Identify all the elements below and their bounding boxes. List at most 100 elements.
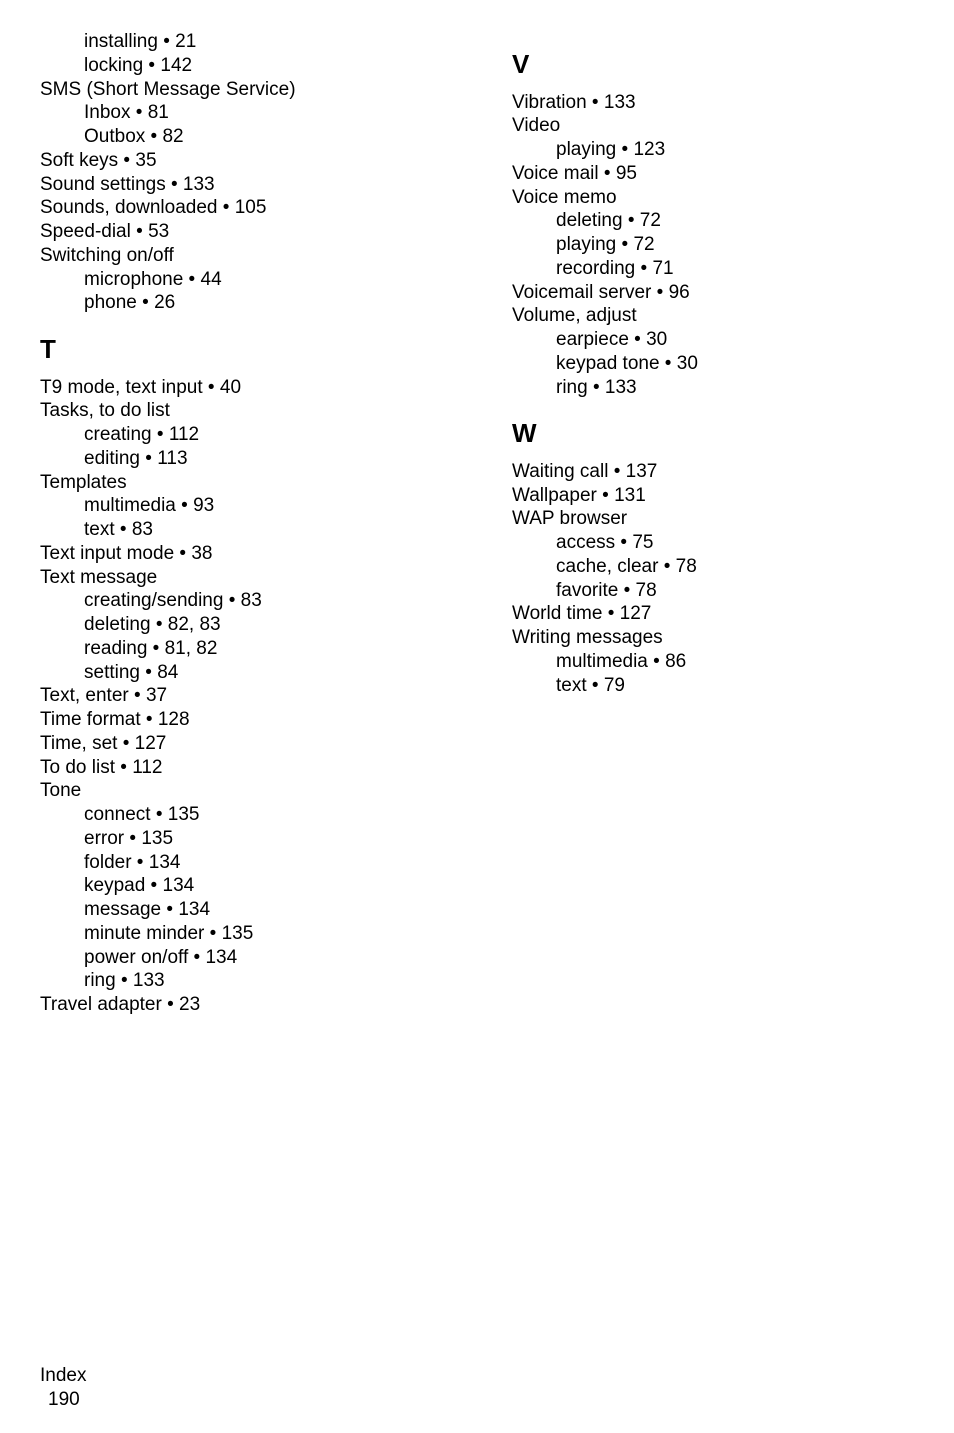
entry-text: playing (556, 234, 616, 255)
entry-text: Voice mail (512, 163, 599, 184)
entry-page: 44 (201, 269, 222, 290)
entry-page: 30 (677, 353, 698, 374)
entry-text: deleting (84, 614, 151, 635)
entry-separator: • (131, 221, 148, 242)
entry-text: Speed-dial (40, 221, 131, 242)
index-entry: Time format • 128 (40, 708, 442, 732)
entry-separator: • (158, 31, 175, 52)
index-entry: ring • 133 (556, 376, 914, 400)
entry-page: 86 (665, 651, 686, 672)
entry-page: 23 (179, 994, 200, 1015)
index-entry: deleting • 82, 83 (84, 613, 442, 637)
columns-wrapper: installing • 21locking • 142SMS (Short M… (40, 30, 914, 1334)
entry-text: earpiece (556, 329, 629, 350)
entry-page: 78 (676, 556, 697, 577)
entry-page: 83 (132, 519, 153, 540)
index-entry: To do list • 112 (40, 756, 442, 780)
index-entry: Voicemail server • 96 (512, 281, 914, 305)
index-entry: error • 135 (84, 827, 442, 851)
entry-page: 135 (141, 828, 173, 849)
entry-text: Tone (40, 780, 81, 801)
entry-text: microphone (84, 269, 183, 290)
entry-page: 133 (605, 377, 637, 398)
entry-page: 128 (158, 709, 190, 730)
index-entry: power on/off • 134 (84, 946, 442, 970)
entry-text: phone (84, 292, 137, 313)
entry-text: Volume, adjust (512, 305, 637, 326)
index-entry: Inbox • 81 (84, 101, 442, 125)
entry-separator: • (651, 282, 668, 303)
index-page: installing • 21locking • 142SMS (Short M… (0, 0, 954, 1433)
entry-text: Outbox (84, 126, 145, 147)
index-entry: Time, set • 127 (40, 732, 442, 756)
entry-page: 127 (620, 603, 652, 624)
index-entry: reading • 81, 82 (84, 637, 442, 661)
entry-text: creating/sending (84, 590, 223, 611)
index-entry: message • 134 (84, 898, 442, 922)
index-entry: Waiting call • 137 (512, 460, 914, 484)
entry-separator: • (145, 126, 162, 147)
footer: Index 190 (40, 1334, 914, 1413)
entry-page: 96 (669, 282, 690, 303)
index-entry: cache, clear • 78 (556, 555, 914, 579)
entry-separator: • (130, 102, 147, 123)
entry-page: 84 (157, 662, 178, 683)
index-entry: keypad • 134 (84, 874, 442, 898)
entry-page: 135 (222, 923, 254, 944)
entry-text: World time (512, 603, 602, 624)
entry-text: message (84, 899, 161, 920)
entry-page: 133 (133, 970, 165, 991)
entry-separator: • (161, 899, 178, 920)
footer-label: Index (40, 1364, 914, 1389)
index-entry: Speed-dial • 53 (40, 220, 442, 244)
index-entry: text • 83 (84, 518, 442, 542)
entry-separator: • (147, 638, 164, 659)
entry-separator: • (140, 448, 157, 469)
index-entry: installing • 21 (84, 30, 442, 54)
section-heading: W (512, 417, 914, 450)
index-entry: ring • 133 (84, 969, 442, 993)
entry-text: Text, enter (40, 685, 129, 706)
entry-page: 75 (632, 532, 653, 553)
index-entry: Travel adapter • 23 (40, 993, 442, 1017)
entry-separator: • (115, 519, 132, 540)
index-entry: minute minder • 135 (84, 922, 442, 946)
entry-page: 95 (616, 163, 637, 184)
entry-text: installing (84, 31, 158, 52)
page-number: 190 (48, 1388, 914, 1413)
index-entry: Tasks, to do list (40, 399, 442, 423)
index-entry: text • 79 (556, 674, 914, 698)
index-entry: SMS (Short Message Service) (40, 78, 442, 102)
entry-text: To do list (40, 757, 115, 778)
entry-separator: • (660, 353, 677, 374)
entry-text: Voice memo (512, 187, 617, 208)
entry-page: 72 (633, 234, 654, 255)
index-entry: Text, enter • 37 (40, 684, 442, 708)
left-column: installing • 21locking • 142SMS (Short M… (40, 30, 442, 1334)
index-entry: World time • 127 (512, 602, 914, 626)
entry-page: 82 (162, 126, 183, 147)
entry-text: keypad (84, 875, 145, 896)
index-entry: Voice mail • 95 (512, 162, 914, 186)
entry-page: 135 (168, 804, 200, 825)
index-entry: multimedia • 93 (84, 494, 442, 518)
entry-page: 81 (148, 102, 169, 123)
index-entry: Sound settings • 133 (40, 173, 442, 197)
entry-text: T9 mode, text input (40, 377, 203, 398)
entry-page: 35 (135, 150, 156, 171)
entry-separator: • (151, 614, 168, 635)
entry-separator: • (629, 329, 646, 350)
entry-separator: • (162, 994, 179, 1015)
entry-text: minute minder (84, 923, 204, 944)
entry-page: 133 (183, 174, 215, 195)
entry-separator: • (602, 603, 619, 624)
entry-text: WAP browser (512, 508, 627, 529)
entry-separator: • (124, 828, 141, 849)
entry-text: Switching on/off (40, 245, 174, 266)
entry-text: text (84, 519, 115, 540)
entry-text: recording (556, 258, 635, 279)
entry-separator: • (203, 377, 220, 398)
index-entry: Soft keys • 35 (40, 149, 442, 173)
entry-text: Templates (40, 472, 127, 493)
entry-page: 40 (220, 377, 241, 398)
